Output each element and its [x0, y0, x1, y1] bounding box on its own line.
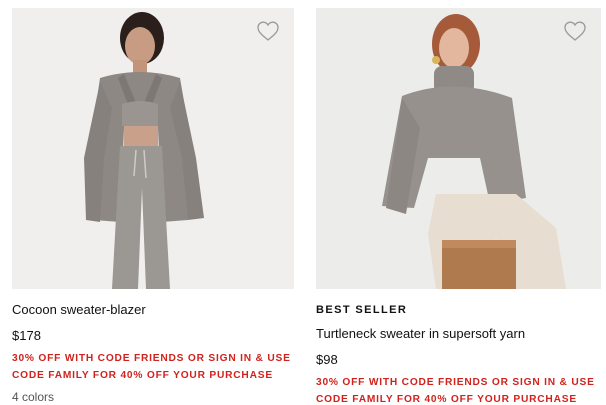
best-seller-badge: BEST SELLER — [316, 304, 408, 316]
product-card[interactable]: BEST SELLER Turtleneck sweater in supers… — [316, 0, 601, 405]
product-name[interactable]: Turtleneck sweater in supersoft yarn — [316, 326, 601, 342]
promo-line: code FAMILY for 40% off your purchase — [12, 370, 273, 381]
favorite-heart-icon[interactable] — [256, 20, 280, 42]
color-count[interactable]: 4 colors — [12, 390, 294, 404]
promo-line: code FAMILY for 40% off your purchase — [316, 394, 577, 405]
model-photo — [12, 8, 294, 289]
promo-line: 30% off with code FRIENDS or sign in & u… — [12, 353, 291, 364]
product-grid: Cocoon sweater-blazer $178 30% off with … — [0, 0, 606, 405]
promo-line: 30% off with code FRIENDS or sign in & u… — [316, 377, 595, 388]
model-photo — [316, 8, 601, 289]
favorite-heart-icon[interactable] — [563, 20, 587, 42]
product-price: $178 — [12, 328, 41, 343]
product-image[interactable] — [316, 8, 601, 289]
product-name[interactable]: Cocoon sweater-blazer — [12, 302, 294, 318]
product-card[interactable]: Cocoon sweater-blazer $178 30% off with … — [12, 0, 294, 404]
product-info: BEST SELLER Turtleneck sweater in supers… — [316, 304, 601, 405]
product-info: Cocoon sweater-blazer $178 30% off with … — [12, 302, 294, 404]
product-image[interactable] — [12, 8, 294, 289]
product-price: $98 — [316, 352, 338, 367]
